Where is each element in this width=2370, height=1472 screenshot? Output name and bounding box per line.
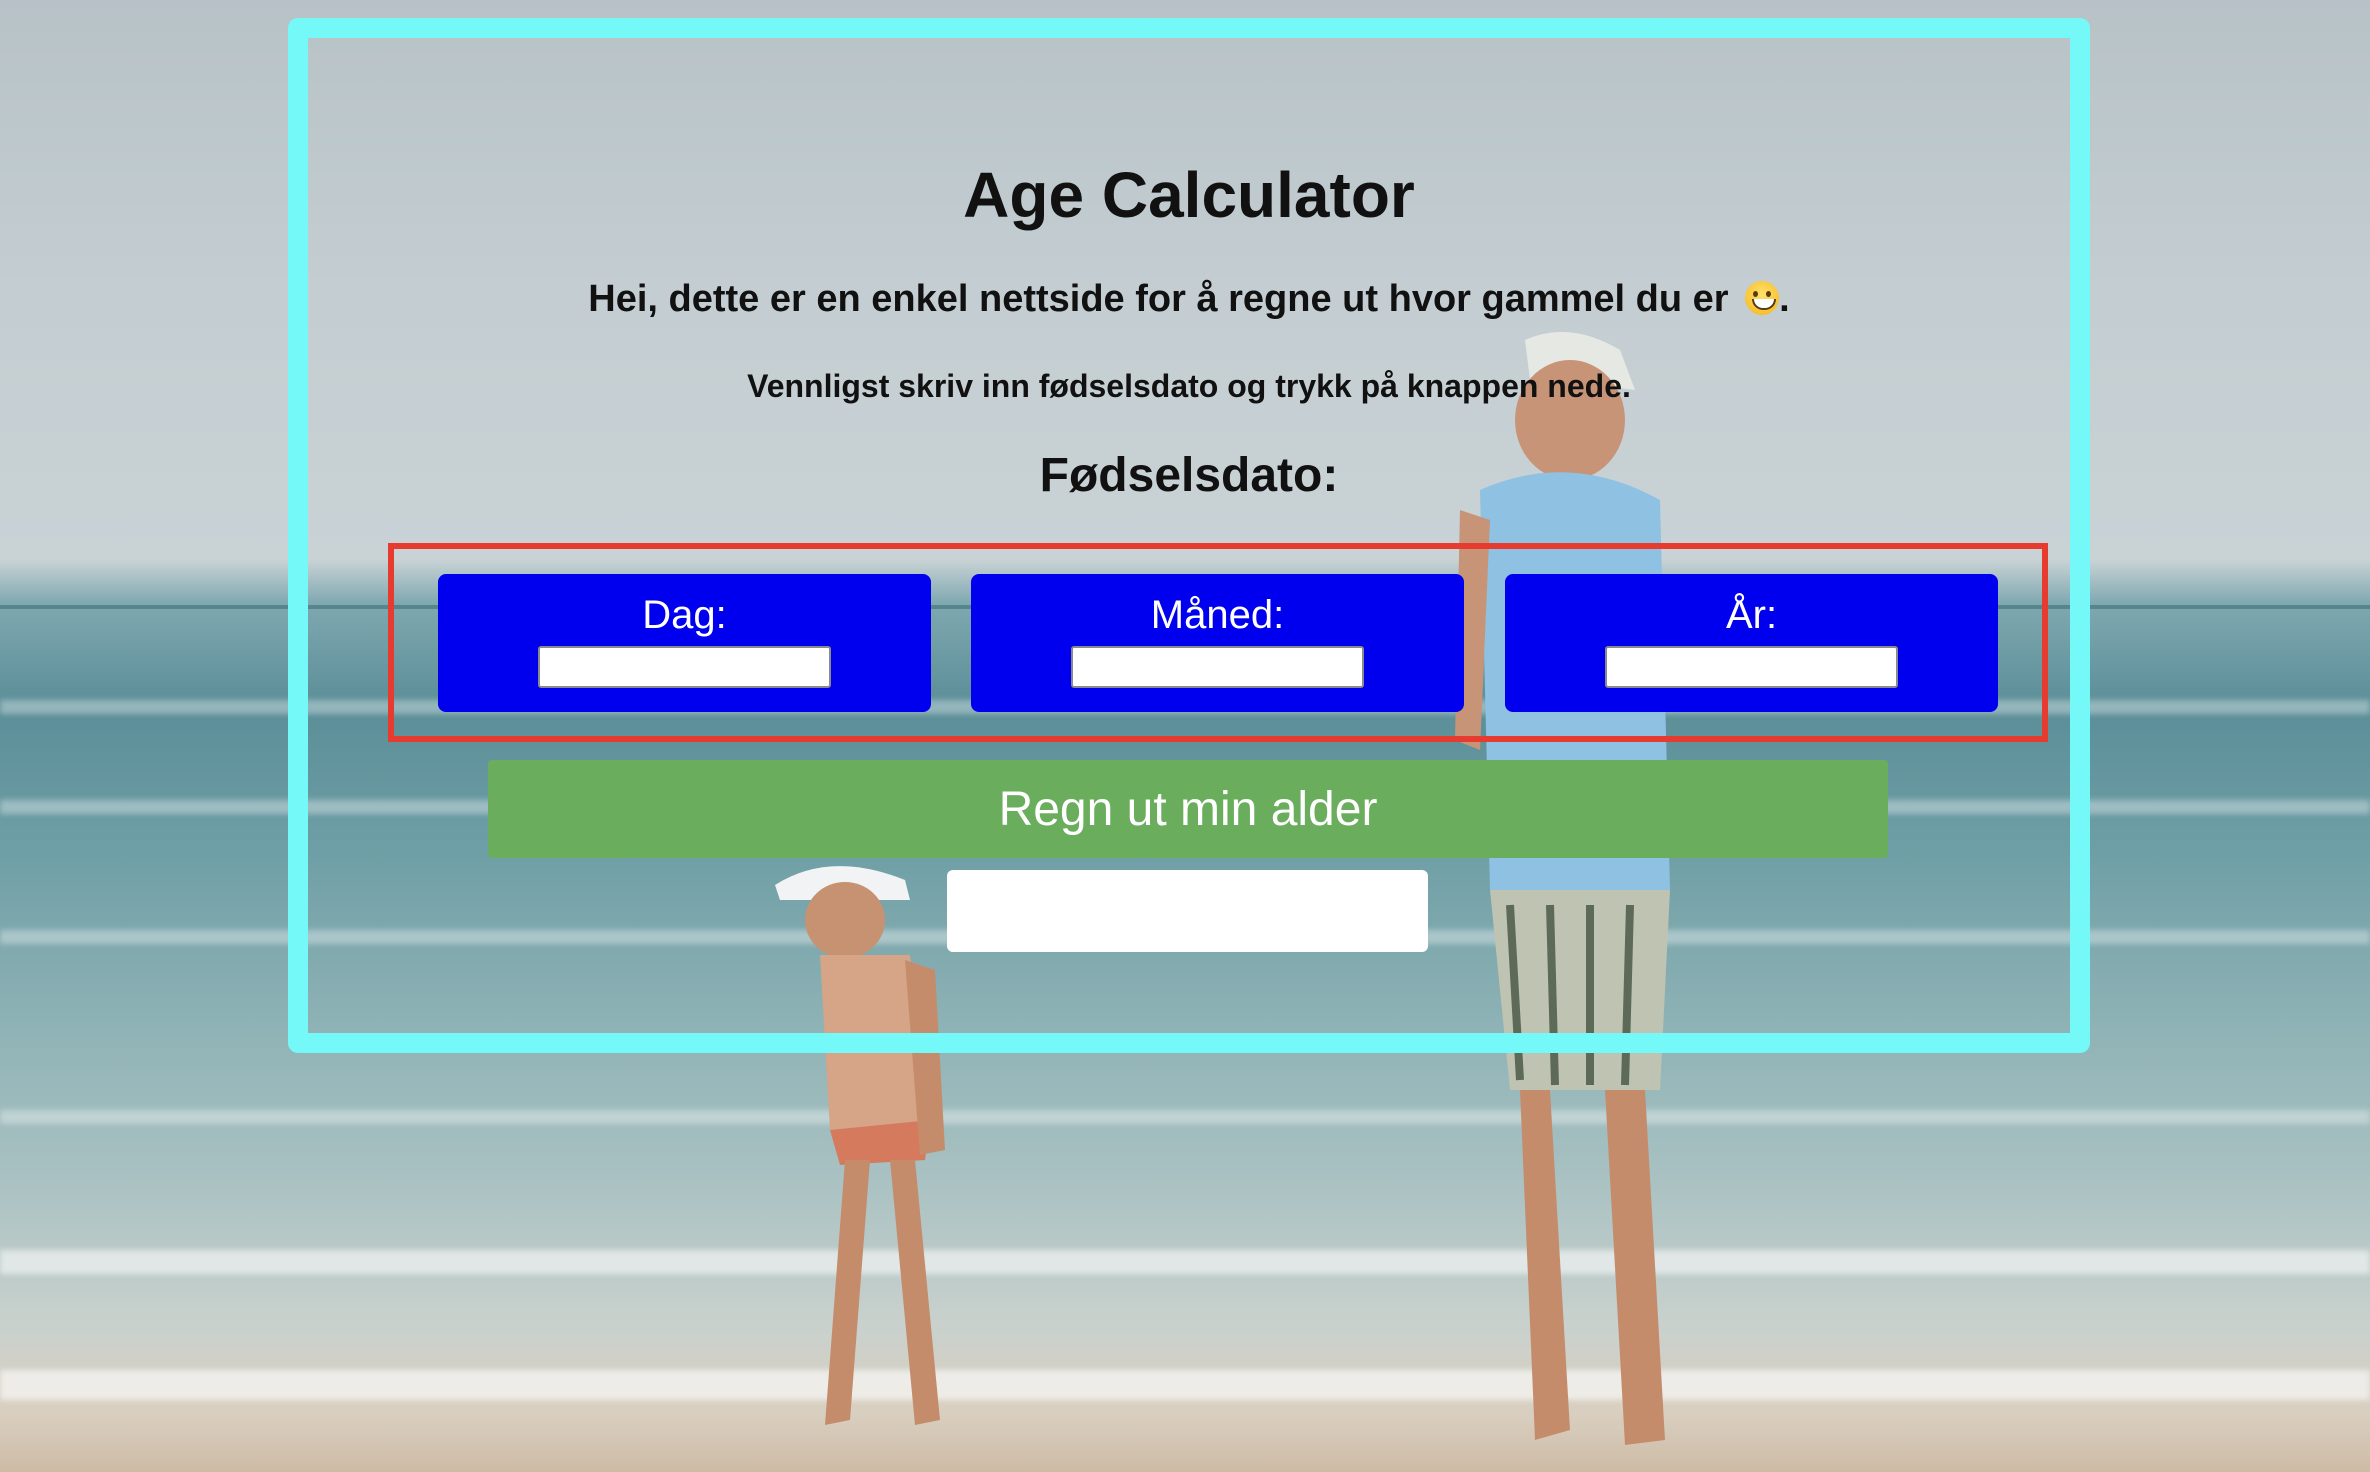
month-field-card: Måned: (971, 574, 1464, 712)
calculate-age-button[interactable]: Regn ut min alder (488, 760, 1888, 858)
page-title: Age Calculator (963, 159, 1415, 231)
wave-line (0, 1250, 2370, 1274)
intro-text: Hei, dette er en enkel nettside for å re… (288, 278, 2090, 321)
day-input[interactable] (538, 646, 831, 688)
wave-line (0, 1370, 2370, 1400)
age-result-box (947, 870, 1428, 952)
intro-text-suffix: . (1779, 278, 1790, 320)
year-field-card: År: (1505, 574, 1998, 712)
intro-text-main: Hei, dette er en enkel nettside for å re… (588, 278, 1729, 320)
month-input[interactable] (1071, 646, 1364, 688)
month-label: Måned: (1150, 593, 1285, 637)
year-input[interactable] (1605, 646, 1898, 688)
dob-heading: Fødselsdato: (1039, 449, 1339, 502)
day-field-card: Dag: (438, 574, 931, 712)
grinning-face-icon (1745, 281, 1780, 315)
wave-line (0, 1110, 2370, 1124)
day-label: Dag: (642, 593, 727, 637)
instruction-text: Vennligst skriv inn fødselsdato og trykk… (747, 368, 1631, 404)
year-label: År: (1725, 593, 1778, 637)
